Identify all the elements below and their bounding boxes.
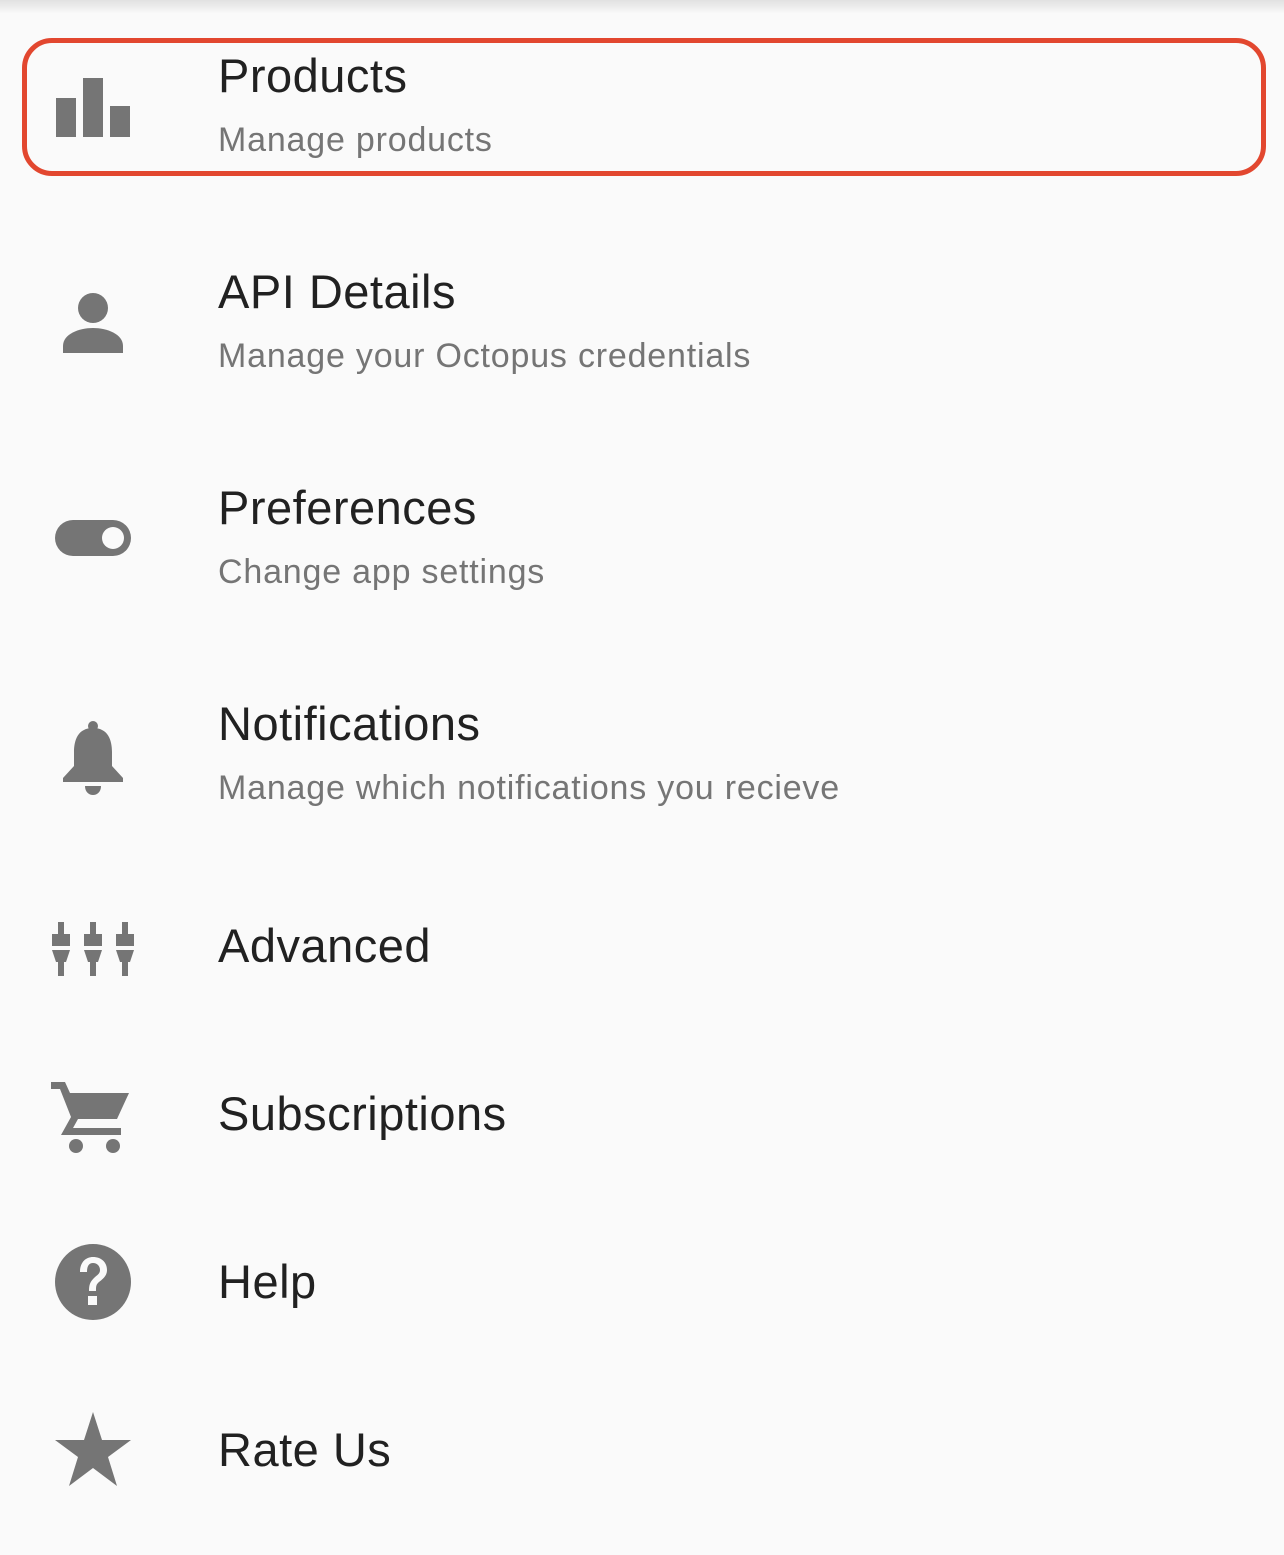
settings-item-title: Help xyxy=(218,1255,317,1308)
highlight-outline xyxy=(22,38,1266,176)
settings-item-title: Notifications xyxy=(218,697,481,750)
settings-item-subscriptions[interactable]: Subscriptions xyxy=(0,1048,1284,1182)
cart-icon xyxy=(43,1064,143,1164)
bell-icon xyxy=(43,704,143,804)
settings-item-rate-us[interactable]: Rate Us xyxy=(0,1384,1284,1518)
settings-item-preferences[interactable]: Preferences Change app settings xyxy=(0,472,1284,606)
settings-list: Products Manage products API Details Man… xyxy=(0,0,1284,1555)
settings-item-notifications[interactable]: Notifications Manage which notifications… xyxy=(0,688,1284,822)
settings-item-title: Preferences xyxy=(218,481,477,534)
settings-item-title: Subscriptions xyxy=(218,1087,507,1140)
settings-item-title: API Details xyxy=(218,265,456,318)
settings-item-subtitle: Manage which notifications you recieve xyxy=(218,769,840,807)
settings-item-api-details[interactable]: API Details Manage your Octopus credenti… xyxy=(0,256,1284,390)
toggle-icon xyxy=(43,488,143,588)
star-icon xyxy=(43,1400,143,1500)
sliders-icon xyxy=(43,896,143,996)
settings-item-subtitle: Manage your Octopus credentials xyxy=(218,337,752,375)
settings-item-advanced[interactable]: Advanced xyxy=(0,880,1284,1014)
person-icon xyxy=(43,272,143,372)
settings-item-subtitle: Change app settings xyxy=(218,553,546,591)
settings-item-title: Rate Us xyxy=(218,1423,392,1476)
settings-item-help[interactable]: Help xyxy=(0,1216,1284,1350)
settings-item-title: Advanced xyxy=(218,919,432,972)
help-icon xyxy=(43,1232,143,1332)
